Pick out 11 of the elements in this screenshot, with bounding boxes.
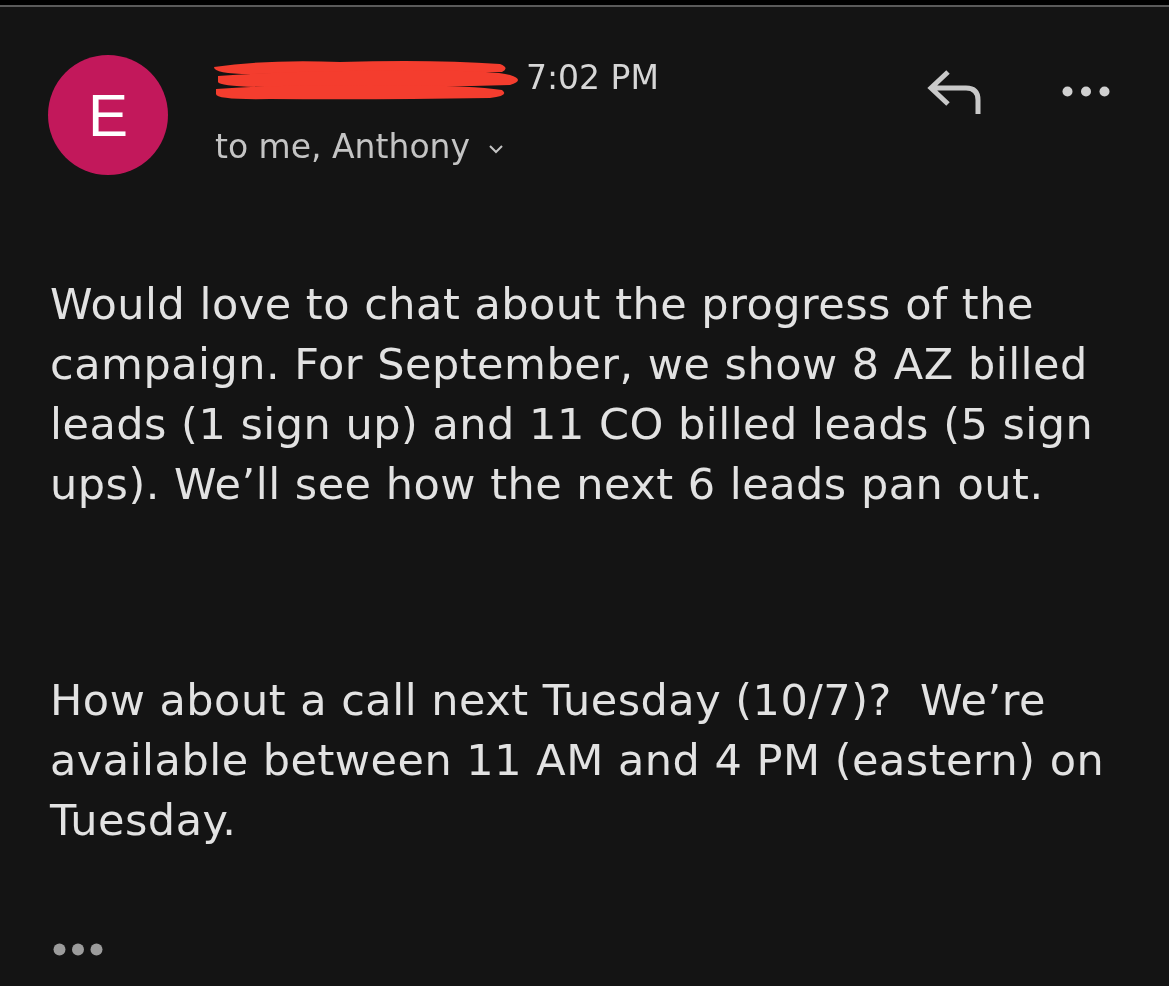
message-time: 7:02 PM: [526, 58, 659, 98]
recipients-toggle[interactable]: to me, Anthony: [215, 128, 505, 166]
more-options-icon: [1062, 85, 1110, 97]
ellipsis-icon: [53, 943, 103, 956]
show-trimmed-content-button[interactable]: [53, 943, 103, 956]
more-options-button[interactable]: [1062, 85, 1110, 97]
reply-icon: [926, 68, 982, 114]
message-paragraph: How about a call next Tuesday (10/7)? We’re available between 11 AM and 4 PM (eastern) on Tuesday.: [50, 674, 1106, 847]
reply-button[interactable]: [926, 68, 982, 114]
sender-avatar: E: [48, 55, 168, 175]
message-paragraph: Would love to chat about the progress of the campaign. For September, we show 8 AZ billed leads (1 sign up) and 11 CO billed leads (5 sign ups). We’ll see how the next 6 leads pan out.: [50, 278, 1095, 511]
